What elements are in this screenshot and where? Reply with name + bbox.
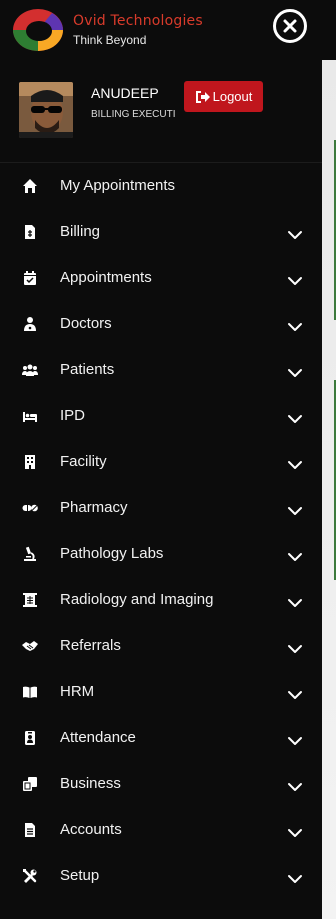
menu-item-label: Radiology and Imaging (60, 591, 214, 608)
menu-item-my-appointments[interactable]: My Appointments (0, 163, 322, 209)
invoice-icon (25, 225, 35, 239)
menu-item-facility[interactable]: Facility (0, 439, 322, 485)
chevron-down-icon[interactable] (287, 414, 303, 424)
document-icon (25, 823, 35, 837)
menu-item-label: Pathology Labs (60, 545, 164, 562)
chevron-down-icon[interactable] (287, 230, 303, 240)
tools-icon (23, 869, 37, 883)
sign-out-icon (195, 90, 210, 103)
chevron-down-icon[interactable] (287, 782, 303, 792)
menu-item-radiology-and-imaging[interactable]: Radiology and Imaging (0, 577, 322, 623)
menu-item-label: Billing (60, 223, 101, 240)
chevron-down-icon[interactable] (287, 828, 303, 838)
side-drawer: Ovid Technologies Think Beyond ANUDEEP B… (0, 0, 322, 919)
menu-item-label: Doctors (60, 315, 112, 332)
menu-item-label: IPD (60, 407, 86, 424)
chevron-down-icon[interactable] (287, 644, 303, 654)
menu-item-business[interactable]: Business (0, 761, 322, 807)
menu-item-attendance[interactable]: Attendance (0, 715, 322, 761)
menu-item-label: HRM (60, 683, 95, 700)
home-icon (23, 179, 37, 193)
menu-item-pathology-labs[interactable]: Pathology Labs (0, 531, 322, 577)
chevron-down-icon[interactable] (287, 598, 303, 608)
menu-item-label: Appointments (60, 269, 152, 286)
chevron-down-icon[interactable] (287, 506, 303, 516)
user-name: ANUDEEP (91, 85, 159, 101)
user-role: BILLING EXECUTI (91, 109, 176, 120)
menu-item-label: Business (60, 775, 121, 792)
close-icon (283, 19, 297, 33)
xray-icon (23, 593, 37, 607)
bed-icon (23, 412, 37, 422)
chevron-down-icon[interactable] (287, 736, 303, 746)
menu-item-billing[interactable]: Billing (0, 209, 322, 255)
navigation-menu: My Appointments Billing Appointments Doctor… (0, 163, 322, 899)
background-page-edge (322, 0, 336, 919)
menu-item-label: Pharmacy (60, 499, 128, 516)
menu-item-label: Attendance (60, 729, 136, 746)
ovid-logo (13, 9, 63, 51)
users-icon (22, 364, 38, 376)
id-badge-icon (25, 731, 35, 745)
menu-item-doctors[interactable]: Doctors (0, 301, 322, 347)
menu-item-label: Facility (60, 453, 107, 470)
drawer-header: Ovid Technologies Think Beyond (0, 0, 322, 60)
handshake-icon (22, 641, 38, 651)
menu-item-label: My Appointments (60, 177, 176, 194)
avatar (19, 82, 73, 138)
logout-button[interactable]: Logout (184, 81, 263, 112)
pills-icon (22, 504, 38, 512)
hospital-building-icon (25, 455, 35, 469)
book-open-icon (23, 686, 37, 698)
copy-icon (23, 777, 37, 791)
brand-tagline: Think Beyond (73, 33, 147, 47)
menu-item-label: Referrals (60, 637, 121, 654)
menu-item-label: Setup (60, 867, 100, 884)
logout-label: Logout (212, 89, 253, 104)
menu-item-label: Patients (60, 361, 115, 378)
menu-item-setup[interactable]: Setup (0, 853, 322, 899)
menu-item-appointments[interactable]: Appointments (0, 255, 322, 301)
microscope-icon (24, 546, 36, 561)
chevron-down-icon[interactable] (287, 460, 303, 470)
menu-item-hrm[interactable]: HRM (0, 669, 322, 715)
menu-item-label: Accounts (60, 821, 122, 838)
chevron-down-icon[interactable] (287, 322, 303, 332)
chevron-down-icon[interactable] (287, 552, 303, 562)
menu-item-ipd[interactable]: IPD (0, 393, 322, 439)
menu-item-referrals[interactable]: Referrals (0, 623, 322, 669)
chevron-down-icon[interactable] (287, 368, 303, 378)
calendar-check-icon (24, 271, 36, 285)
user-profile: ANUDEEP BILLING EXECUTI Logout (0, 72, 322, 163)
menu-item-pharmacy[interactable]: Pharmacy (0, 485, 322, 531)
doctor-icon (24, 317, 36, 331)
chevron-down-icon[interactable] (287, 276, 303, 286)
close-drawer-button[interactable] (273, 9, 307, 43)
menu-item-patients[interactable]: Patients (0, 347, 322, 393)
chevron-down-icon[interactable] (287, 874, 303, 884)
chevron-down-icon[interactable] (287, 690, 303, 700)
brand-name: Ovid Technologies (73, 13, 203, 29)
menu-item-accounts[interactable]: Accounts (0, 807, 322, 853)
